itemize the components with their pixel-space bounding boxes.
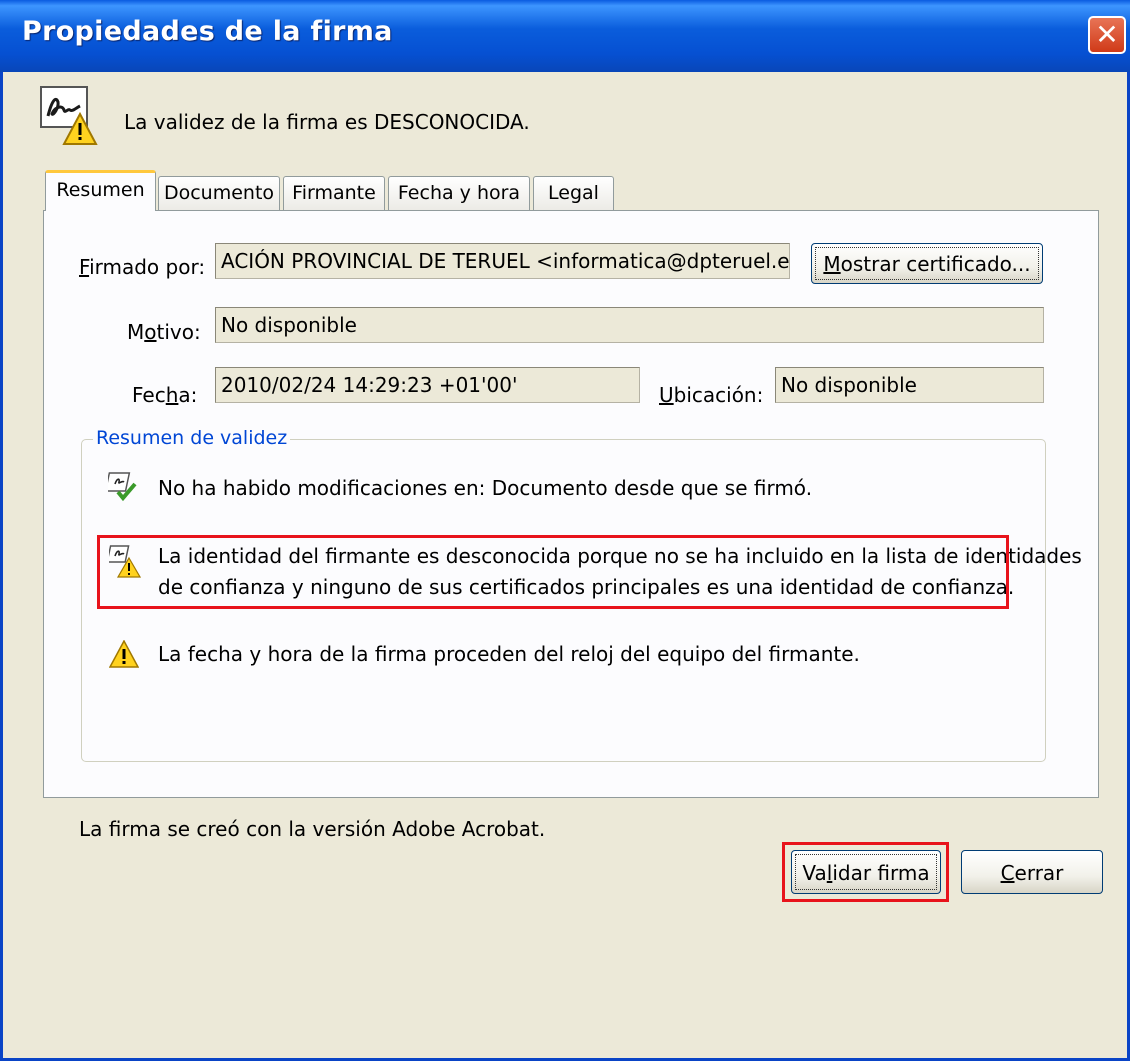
version-note: La firma se creó con la versión Adobe Ac… [79, 817, 546, 841]
close-button-label: Cerrar [1000, 861, 1064, 885]
close-icon: ✕ [1095, 18, 1119, 51]
validity-item-text: No ha habido modificaciones en: Document… [158, 476, 813, 500]
date-field[interactable]: 2010/02/24 14:29:23 +01'00' [215, 367, 640, 403]
signature-warning-icon [40, 86, 98, 145]
reason-field[interactable]: No disponible [215, 307, 1044, 343]
tab-label: Fecha y hora [397, 182, 521, 204]
validity-status-message: La validez de la firma es DESCONOCIDA. [124, 110, 530, 134]
doc-check-icon [108, 472, 137, 502]
tab-fecha-y-hora[interactable]: Fecha y hora [388, 176, 530, 210]
tab-documento[interactable]: Documento [158, 176, 280, 210]
window-title: Propiedades de la firma [22, 16, 393, 47]
tab-legal[interactable]: Legal [533, 176, 614, 210]
highlight-box [97, 535, 1009, 609]
reason-label: Motivo: [127, 320, 201, 344]
highlight-box [782, 842, 949, 902]
location-label: Ubicación: [659, 383, 764, 407]
show-certificate-label: Mostrar certificado... [815, 247, 1039, 280]
tab-label: Legal [548, 182, 599, 204]
validity-summary-title: Resumen de validez [93, 427, 291, 449]
title-bar[interactable]: Propiedades de la firma ✕ [0, 0, 1130, 72]
location-field[interactable]: No disponible [775, 367, 1044, 403]
tab-firmante[interactable]: Firmante [283, 176, 385, 210]
warning-icon [109, 640, 139, 668]
tab-label: Firmante [292, 182, 376, 204]
validity-item-text: La fecha y hora de la firma proceden del… [158, 642, 860, 666]
close-button[interactable]: Cerrar [961, 850, 1103, 894]
close-window-button[interactable]: ✕ [1088, 16, 1126, 54]
date-label: Fecha: [132, 383, 198, 407]
show-certificate-button[interactable]: Mostrar certificado... [811, 243, 1043, 284]
tab-resumen[interactable]: Resumen [45, 170, 156, 211]
tab-label: Documento [163, 182, 275, 204]
signed-by-field[interactable]: ACIÓN PROVINCIAL DE TERUEL <informatica@… [215, 243, 790, 279]
signature-properties-dialog: Propiedades de la firma ✕ La validez de … [0, 0, 1130, 1061]
signed-by-label: Firmado por: [79, 255, 206, 279]
tab-label: Resumen [56, 179, 145, 201]
